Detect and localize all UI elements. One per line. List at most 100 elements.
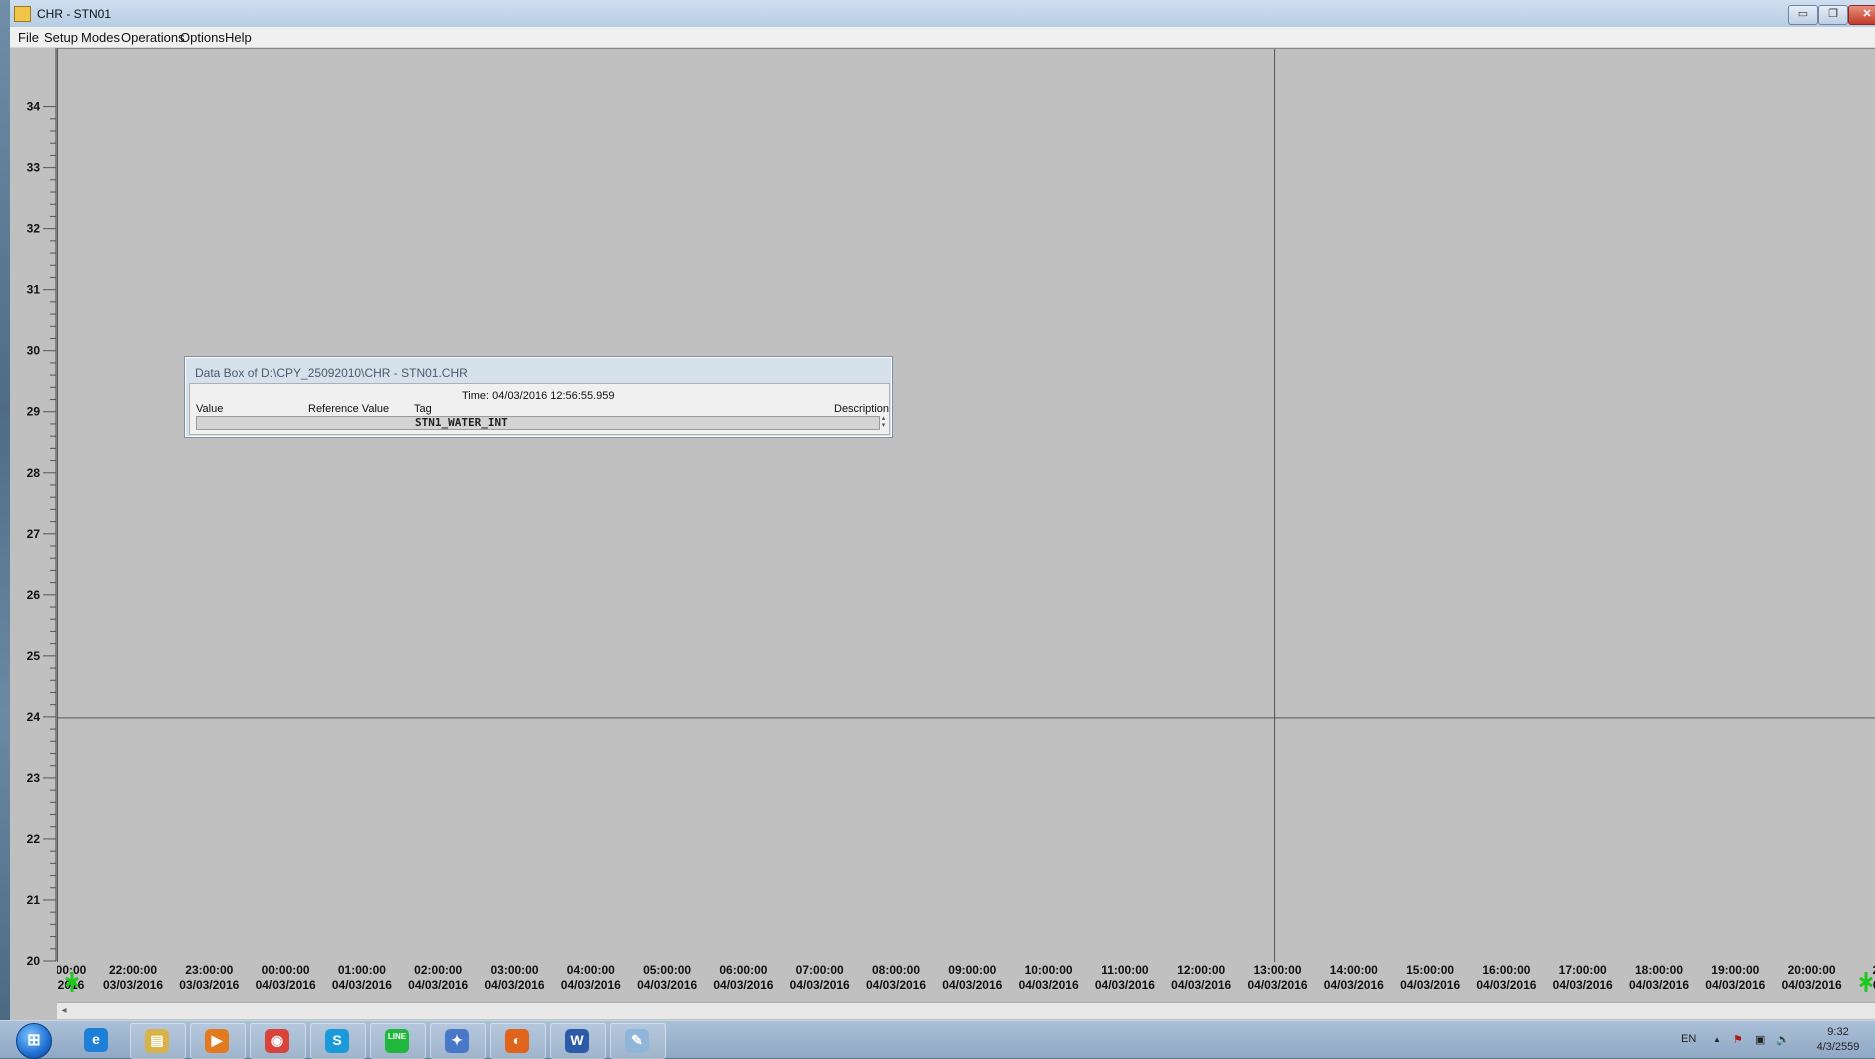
paint-glyph: ✎ — [631, 1032, 643, 1048]
x-tick-time: 13:00:00 — [1253, 963, 1301, 977]
internet-explorer-icon: e — [84, 1028, 108, 1052]
x-tick-date: 04/03/2016 — [1019, 978, 1079, 992]
media-player-icon: ▶ — [205, 1029, 229, 1053]
x-tick-time: 09:00:00 — [948, 963, 996, 977]
x-tick-time: 20:00:00 — [1788, 963, 1836, 977]
firefox-glyph: ◐ — [512, 1032, 522, 1048]
x-tick-time: 07:00:00 — [796, 963, 844, 977]
x-tick-time: 05:00:00 — [643, 963, 691, 977]
restore-icon: ❐ — [1828, 8, 1838, 20]
menu-file[interactable]: File — [14, 29, 43, 46]
data-row[interactable]: STN1_WATER_INT — [196, 416, 880, 430]
taskbar-line[interactable]: LINE — [370, 1023, 426, 1059]
volume-icon[interactable]: 🔊 — [1776, 1033, 1790, 1046]
taskbar-file-explorer[interactable]: ▤ — [130, 1023, 186, 1059]
end-marker-icon[interactable] — [1859, 972, 1873, 992]
y-tick-label: 24 — [27, 710, 41, 724]
start-button[interactable]: ⊞ — [16, 1023, 52, 1059]
taskbar-word[interactable]: W — [550, 1023, 606, 1059]
app-icon — [14, 6, 31, 22]
network-tool-icon: ✦ — [445, 1029, 469, 1053]
y-tick-label: 30 — [27, 344, 41, 358]
file-explorer-icon: ▤ — [145, 1029, 169, 1053]
minimize-button[interactable]: ▭ — [1788, 5, 1818, 25]
taskbar-network-tool[interactable]: ✦ — [430, 1023, 486, 1059]
y-axis: 20 21 22 23 24 25 26 27 28 29 30 31 32 33 34 — [10, 48, 57, 1018]
x-tick-time: 02:00:00 — [414, 963, 462, 977]
menu-help[interactable]: Help — [221, 29, 256, 46]
data-box-dialog[interactable]: Data Box of D:\CPY_25092010\CHR - STN01.… — [184, 356, 893, 438]
y-tick-label: 26 — [27, 588, 41, 602]
x-tick-date: 04/03/2016 — [1095, 978, 1155, 992]
x-tick-time: 04:00:00 — [567, 963, 615, 977]
internet-explorer-glyph: e — [92, 1031, 100, 1047]
language-indicator[interactable]: EN — [1681, 1033, 1696, 1045]
start-marker-icon[interactable] — [65, 972, 79, 992]
x-tick-date: 04/03/2016 — [332, 978, 392, 992]
x-tick-date: 04/03/2016 — [1782, 978, 1842, 992]
taskbar-skype[interactable]: S — [310, 1023, 366, 1059]
word-glyph: W — [570, 1032, 584, 1048]
close-button[interactable]: ✕ — [1848, 5, 1875, 25]
taskbar-internet-explorer[interactable]: e — [70, 1023, 124, 1057]
x-tick-date: 04/03/2016 — [790, 978, 850, 992]
taskbar-media-player[interactable]: ▶ — [190, 1023, 246, 1059]
clock-time: 9:32 — [1827, 1026, 1849, 1038]
taskbar-chrome[interactable]: ◉ — [250, 1023, 306, 1059]
chart-svg — [58, 49, 1875, 962]
x-tick-date: 04/03/2016 — [1705, 978, 1765, 992]
x-tick-time: 19:00:00 — [1711, 963, 1759, 977]
column-reference-value: Reference Value — [308, 403, 390, 415]
data-box-content: Time: 04/03/2016 12:56:55.959 Value Refe… — [189, 383, 890, 435]
y-tick-label: 27 — [27, 527, 41, 541]
x-tick-date: 04/03/2016 — [1553, 978, 1613, 992]
taskbar-firefox[interactable]: ◐ — [490, 1023, 546, 1059]
row-spinner[interactable]: ▴ ▾ — [879, 415, 888, 429]
clock-date: 4/3/2559 — [1816, 1041, 1860, 1053]
x-tick-time: 12:00:00 — [1177, 963, 1225, 977]
word-icon: W — [565, 1029, 589, 1053]
window-title: CHR - STN01 — [37, 7, 112, 21]
x-tick-date: 04/03/2016 — [1247, 978, 1307, 992]
title-bar[interactable]: CHR - STN01 ▭ ❐ ✕ — [10, 0, 1875, 28]
line-icon: LINE — [385, 1029, 409, 1053]
action-center-icon[interactable]: ⚑ — [1733, 1033, 1743, 1046]
menu-setup[interactable]: Setup — [40, 29, 82, 46]
skype-icon: S — [325, 1029, 349, 1053]
data-box-time: Time: 04/03/2016 12:56:55.959 — [462, 390, 615, 402]
chart-plot-area[interactable] — [57, 48, 1875, 962]
x-tick-date: 04/03/2016 — [713, 978, 773, 992]
x-tick-time: 22:00:00 — [109, 963, 157, 977]
x-tick-date: 04/03/2016 — [942, 978, 1002, 992]
column-description: Description — [834, 403, 890, 415]
y-tick-label: 21 — [27, 893, 41, 907]
system-clock[interactable]: 9:32 4/3/2559 — [1808, 1025, 1868, 1055]
file-explorer-glyph: ▤ — [150, 1032, 164, 1048]
x-tick-date: 04/03/2016 — [1324, 978, 1384, 992]
x-tick-date: 04/03/2016 — [256, 978, 316, 992]
x-tick-time: 00:00:00 — [262, 963, 310, 977]
y-tick-label: 32 — [27, 222, 41, 236]
scroll-left-icon[interactable]: ◂ — [57, 1003, 71, 1018]
y-tick-label: 34 — [27, 100, 41, 114]
network-icon[interactable]: ▣ — [1755, 1033, 1765, 1046]
x-tick-time: 23:00:00 — [185, 963, 233, 977]
data-box-title: Data Box of D:\CPY_25092010\CHR - STN01.… — [195, 366, 468, 380]
taskbar-paint[interactable]: ✎ — [610, 1023, 666, 1059]
desktop-background — [0, 0, 10, 1020]
x-tick-date: 04/03/2016 — [1629, 978, 1689, 992]
x-tick-time: 18:00:00 — [1635, 963, 1683, 977]
close-icon: ✕ — [1862, 8, 1872, 20]
restore-button[interactable]: ❐ — [1818, 5, 1848, 25]
firefox-icon: ◐ — [505, 1029, 529, 1053]
menu-bar: File Setup Modes Operations Options Help — [10, 27, 1875, 48]
x-axis-svg: 00:00201622:00:0003/03/201623:00:0003/03… — [56, 963, 1875, 992]
x-tick-date: 04/03/2016 — [408, 978, 468, 992]
chrome-icon: ◉ — [265, 1029, 289, 1053]
skype-glyph: S — [332, 1032, 342, 1048]
tray-expand-icon[interactable]: ▲ — [1713, 1035, 1721, 1044]
y-tick-label: 28 — [27, 466, 41, 480]
horizontal-scrollbar[interactable]: ◂ — [57, 1002, 1875, 1019]
x-tick-time: 10:00:00 — [1025, 963, 1073, 977]
network-tool-glyph: ✦ — [451, 1032, 463, 1048]
